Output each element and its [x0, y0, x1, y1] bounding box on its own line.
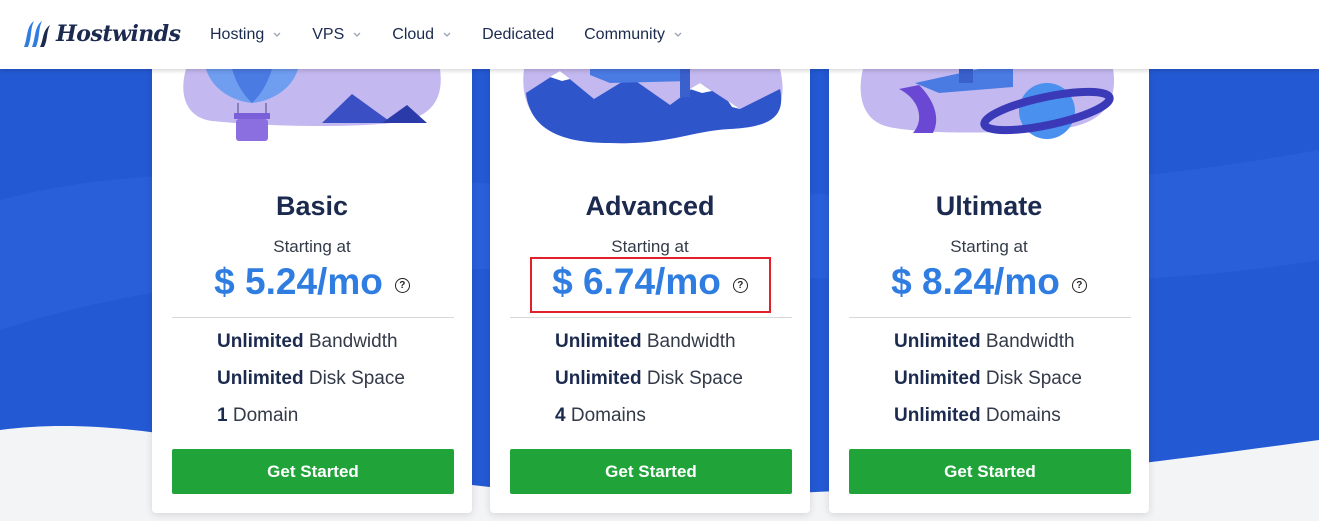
feature-bold: Unlimited: [894, 331, 981, 352]
get-started-button[interactable]: Get Started: [510, 449, 792, 494]
wind-logo-icon: [24, 21, 50, 47]
divider: [172, 317, 454, 318]
plan-card-basic: Basic Starting at $ 5.24/mo ? Unlimited …: [152, 69, 472, 513]
nav-cloud-label: Cloud: [392, 25, 435, 43]
feature-bold: Unlimited: [217, 331, 304, 352]
help-icon[interactable]: ?: [394, 277, 410, 293]
plan-price: $ 8.24/mo: [891, 261, 1060, 302]
divider: [510, 317, 792, 318]
feature-text: Bandwidth: [980, 331, 1075, 352]
feature-text: Domains: [980, 405, 1061, 426]
feature-bold: 1: [217, 405, 228, 426]
feature-bold: Unlimited: [894, 405, 981, 426]
feature-domains: 4 Domains: [555, 405, 646, 427]
chevron-down-icon: [674, 32, 682, 37]
nav-cloud[interactable]: Cloud: [392, 26, 452, 44]
nav-hosting[interactable]: Hosting: [210, 26, 282, 44]
plan-name: Basic: [275, 191, 349, 221]
nav-dedicated[interactable]: Dedicated: [482, 26, 554, 44]
feature-text: Bandwidth: [303, 331, 398, 352]
feature-disk-space: Unlimited Disk Space: [217, 368, 405, 390]
feature-bold: Unlimited: [217, 368, 304, 389]
airplane-mountains-illustration: [523, 69, 783, 144]
price-highlight-box: [530, 257, 771, 313]
brand-name: Hostwinds: [56, 21, 181, 47]
main-nav: Hosting VPS Cloud Dedicated Community: [210, 0, 713, 69]
plan-card-ultimate: Ultimate Starting at $ 8.24/mo ? Unlimit…: [829, 69, 1149, 513]
feature-bold: Unlimited: [894, 368, 981, 389]
nav-community[interactable]: Community: [584, 26, 683, 44]
feature-bandwidth: Unlimited Bandwidth: [555, 331, 736, 353]
feature-text: Disk Space: [303, 368, 405, 389]
hostwinds-logo[interactable]: Hostwinds: [20, 14, 181, 54]
chevron-down-icon: [273, 32, 281, 37]
chevron-down-icon: [443, 32, 451, 37]
plan-name: Advanced: [585, 191, 715, 221]
get-started-button[interactable]: Get Started: [172, 449, 454, 494]
price-row: $ 8.24/mo ?: [829, 261, 1149, 303]
starting-at-label: Starting at: [611, 237, 689, 256]
feature-bold: Unlimited: [555, 368, 642, 389]
price-row: $ 5.24/mo ?: [152, 261, 472, 303]
feature-domains: 1 Domain: [217, 405, 298, 427]
nav-vps-label: VPS: [312, 25, 345, 43]
feature-text: Disk Space: [641, 368, 743, 389]
starting-at-label: Starting at: [950, 237, 1028, 256]
feature-bandwidth: Unlimited Bandwidth: [217, 331, 398, 353]
feature-text: Domain: [227, 405, 299, 426]
help-icon[interactable]: ?: [1071, 277, 1087, 293]
nav-dedicated-label: Dedicated: [482, 25, 555, 43]
get-started-button[interactable]: Get Started: [849, 449, 1131, 494]
chevron-down-icon: [353, 32, 361, 37]
nav-vps[interactable]: VPS: [312, 26, 362, 44]
feature-text: Domains: [565, 405, 646, 426]
hot-air-balloon-illustration: [183, 69, 441, 141]
feature-disk-space: Unlimited Disk Space: [555, 368, 743, 390]
feature-disk-space: Unlimited Disk Space: [894, 368, 1082, 390]
feature-bold: 4: [555, 405, 566, 426]
feature-text: Disk Space: [980, 368, 1082, 389]
starting-at-label: Starting at: [273, 237, 351, 256]
nav-hosting-label: Hosting: [210, 25, 265, 43]
divider: [849, 317, 1131, 318]
feature-domains: Unlimited Domains: [894, 405, 1061, 427]
plan-name: Ultimate: [935, 191, 1043, 221]
feature-text: Bandwidth: [641, 331, 736, 352]
rocket-planet-illustration: [860, 69, 1115, 139]
nav-community-label: Community: [584, 25, 666, 43]
feature-bandwidth: Unlimited Bandwidth: [894, 331, 1075, 353]
feature-bold: Unlimited: [555, 331, 642, 352]
top-navbar: Hostwinds Hosting VPS Cloud Dedicated Co…: [0, 0, 1319, 69]
plan-price: $ 5.24/mo: [214, 261, 383, 302]
